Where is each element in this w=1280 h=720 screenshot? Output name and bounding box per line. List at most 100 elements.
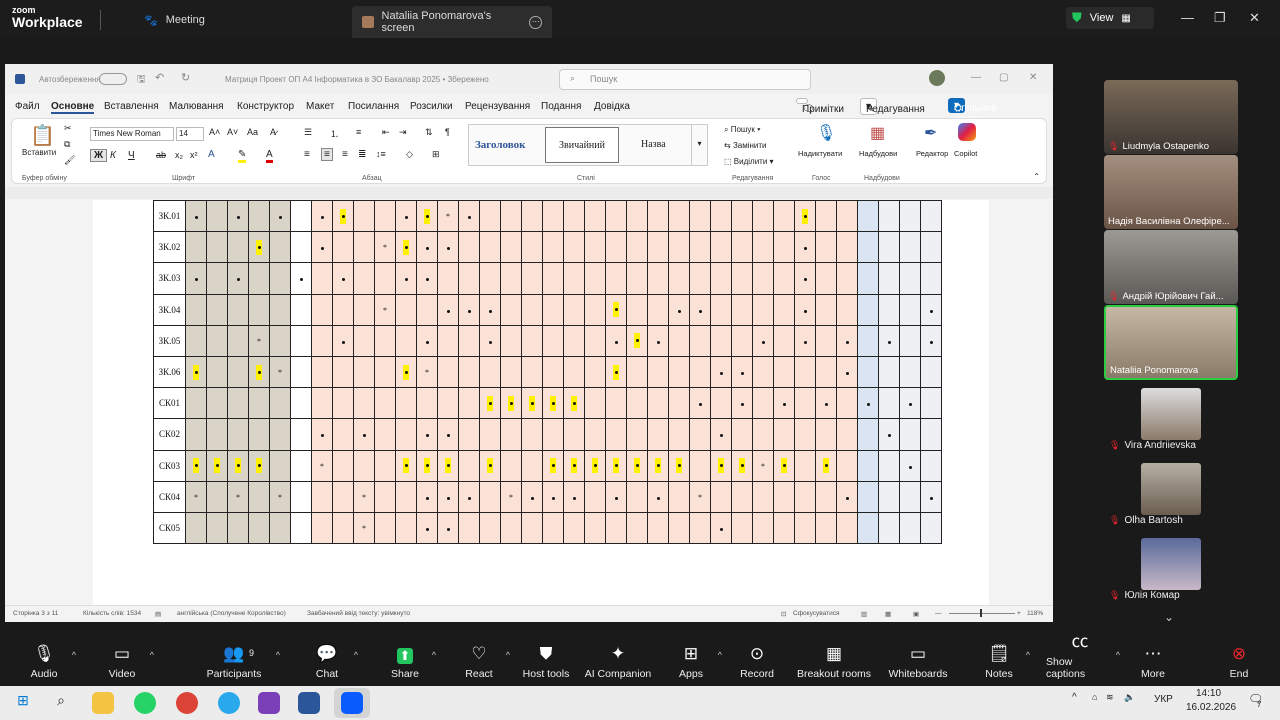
- chrome-icon[interactable]: [176, 692, 198, 714]
- table-cell[interactable]: [521, 262, 543, 295]
- table-cell[interactable]: [500, 387, 522, 420]
- table-cell[interactable]: *: [752, 449, 774, 482]
- table-cell[interactable]: [647, 262, 669, 295]
- table-cell[interactable]: [920, 293, 942, 326]
- table-cell[interactable]: [290, 231, 312, 264]
- table-cell[interactable]: [353, 387, 375, 420]
- table-cell[interactable]: [857, 355, 879, 389]
- table-cell[interactable]: [437, 418, 459, 451]
- clock-time[interactable]: 14:10: [1196, 688, 1221, 699]
- table-cell[interactable]: [647, 355, 669, 389]
- table-cell[interactable]: [773, 262, 795, 295]
- table-cell[interactable]: [248, 480, 270, 513]
- dictate-label[interactable]: Надиктувати: [798, 149, 842, 158]
- table-cell[interactable]: [353, 262, 375, 295]
- table-cell[interactable]: [395, 293, 417, 326]
- paste-label[interactable]: Вставити: [22, 148, 56, 157]
- table-cell[interactable]: [773, 324, 795, 357]
- tab-draw[interactable]: Малювання: [169, 101, 224, 112]
- table-cell[interactable]: [458, 418, 480, 451]
- table-cell[interactable]: [605, 262, 627, 295]
- table-cell[interactable]: [920, 511, 942, 545]
- table-cell[interactable]: [752, 480, 774, 513]
- save-icon[interactable]: 🖫: [137, 72, 146, 89]
- table-cell[interactable]: [374, 418, 396, 451]
- table-cell[interactable]: [857, 449, 879, 482]
- table-cell[interactable]: *: [374, 293, 396, 326]
- video-tile-1[interactable]: 🎙 Liudmyla Ostapenko: [1104, 80, 1238, 154]
- table-cell[interactable]: [815, 387, 837, 420]
- table-cell[interactable]: [584, 324, 606, 357]
- table-cell[interactable]: [815, 355, 837, 389]
- table-cell[interactable]: [500, 418, 522, 451]
- table-cell[interactable]: [836, 199, 858, 233]
- increase-indent-icon[interactable]: ⇥: [399, 127, 407, 138]
- table-cell[interactable]: [500, 449, 522, 482]
- table-cell[interactable]: [437, 387, 459, 420]
- copilot-label[interactable]: Copilot: [954, 149, 977, 158]
- table-cell[interactable]: [857, 324, 879, 357]
- table-cell[interactable]: [479, 231, 501, 264]
- table-cell[interactable]: [626, 199, 648, 233]
- video-tile-3[interactable]: 🎙 Андрій Юрійович Гай...: [1104, 230, 1238, 304]
- table-cell[interactable]: [584, 262, 606, 295]
- status-zoom[interactable]: 118%: [1027, 610, 1043, 617]
- table-cell[interactable]: [899, 199, 921, 233]
- tab-view[interactable]: Подання: [541, 101, 581, 112]
- table-cell[interactable]: [626, 387, 648, 420]
- table-cell[interactable]: [899, 387, 921, 420]
- table-cell[interactable]: [794, 480, 816, 513]
- table-cell[interactable]: [878, 355, 900, 389]
- minimize-icon[interactable]: —: [1181, 10, 1194, 25]
- table-cell[interactable]: [332, 387, 354, 420]
- table-cell[interactable]: [479, 418, 501, 451]
- table-cell[interactable]: [521, 293, 543, 326]
- search-icon[interactable]: ⌕: [50, 692, 72, 714]
- table-cell[interactable]: [836, 231, 858, 264]
- table-cell[interactable]: [920, 418, 942, 451]
- table-cell[interactable]: [731, 199, 753, 233]
- table-cell[interactable]: [416, 324, 438, 357]
- share-button[interactable]: ⛭ Спільний доступ ▾: [948, 98, 997, 125]
- table-cell[interactable]: [437, 449, 459, 482]
- table-cell[interactable]: [311, 355, 333, 389]
- table-cell[interactable]: [773, 355, 795, 389]
- table-cell[interactable]: [773, 449, 795, 482]
- microphone-icon[interactable]: 🎙: [816, 123, 836, 143]
- table-cell[interactable]: [920, 387, 942, 420]
- undo-icon[interactable]: ↶: [155, 71, 164, 84]
- table-cell[interactable]: [878, 293, 900, 326]
- replace-button[interactable]: ⇆ Замінити: [724, 141, 767, 150]
- table-cell[interactable]: *: [353, 480, 375, 513]
- table-cell[interactable]: [500, 199, 522, 233]
- record-button[interactable]: ⊙ Record: [738, 638, 776, 684]
- notes-button[interactable]: 🗨 Примітки: [796, 98, 844, 115]
- table-cell[interactable]: [668, 293, 690, 326]
- table-cell[interactable]: [815, 293, 837, 326]
- shrink-font-icon[interactable]: A˅: [227, 127, 238, 137]
- table-cell[interactable]: [458, 231, 480, 264]
- table-cell[interactable]: [416, 293, 438, 326]
- copilot-icon[interactable]: [958, 123, 976, 141]
- clock-date[interactable]: 16.02.2026: [1186, 702, 1236, 713]
- table-cell[interactable]: [185, 293, 207, 326]
- table-cell[interactable]: [626, 293, 648, 326]
- table-cell[interactable]: [920, 480, 942, 513]
- table-cell[interactable]: [269, 199, 291, 233]
- tab-mailings[interactable]: Розсилки: [410, 101, 453, 112]
- read-mode-icon[interactable]: ▥: [861, 610, 867, 618]
- table-cell[interactable]: [752, 231, 774, 264]
- table-cell[interactable]: [206, 449, 228, 482]
- table-cell[interactable]: [794, 324, 816, 357]
- table-cell[interactable]: [752, 387, 774, 420]
- table-cell[interactable]: [269, 418, 291, 451]
- table-cell[interactable]: [626, 262, 648, 295]
- table-cell[interactable]: [752, 355, 774, 389]
- table-cell[interactable]: [857, 511, 879, 545]
- web-layout-icon[interactable]: ▣: [913, 610, 919, 618]
- table-cell[interactable]: [500, 511, 522, 545]
- table-cell[interactable]: [563, 355, 585, 389]
- volume-icon[interactable]: 🔈: [1124, 692, 1135, 703]
- table-cell[interactable]: [794, 418, 816, 451]
- table-cell[interactable]: [794, 511, 816, 545]
